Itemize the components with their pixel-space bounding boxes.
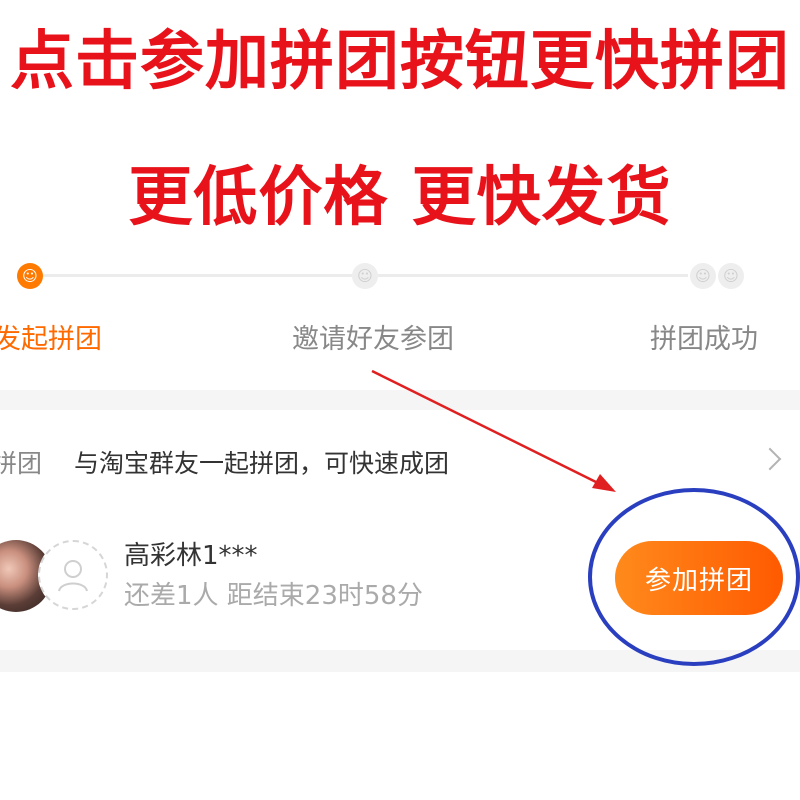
section-divider-top: [0, 390, 800, 410]
step-3-smile-icon-a: ☺: [690, 263, 716, 289]
step-1-smile-icon: ☺: [17, 263, 43, 289]
user-placeholder-icon: [58, 560, 88, 592]
step-3-label: 拼团成功: [650, 324, 758, 355]
step-3-smile-icon-b: ☺: [718, 263, 744, 289]
step-2-smile-icon: ☺: [352, 263, 378, 289]
member-name: 高彩林1***: [124, 541, 258, 571]
promo-headline-1: 点击参加拼团按钮更快拼团: [10, 25, 790, 99]
group-section-label: 拼团: [0, 449, 43, 478]
step-track-1: [40, 274, 352, 277]
join-group-button[interactable]: 参加拼团: [615, 541, 783, 615]
member-status: 还差1人 距结束23时58分: [124, 581, 423, 611]
step-2-label: 邀请好友参团: [292, 324, 454, 355]
invite-group-row[interactable]: 与淘宝群友一起拼团，可快速成团: [74, 444, 449, 484]
empty-slot-avatar: [38, 540, 108, 610]
promo-headline-2: 更低价格 更快发货: [128, 161, 672, 235]
section-divider-bottom: [0, 650, 800, 672]
step-track-2: [378, 274, 688, 277]
step-1-label: 发起拼团: [0, 324, 102, 355]
